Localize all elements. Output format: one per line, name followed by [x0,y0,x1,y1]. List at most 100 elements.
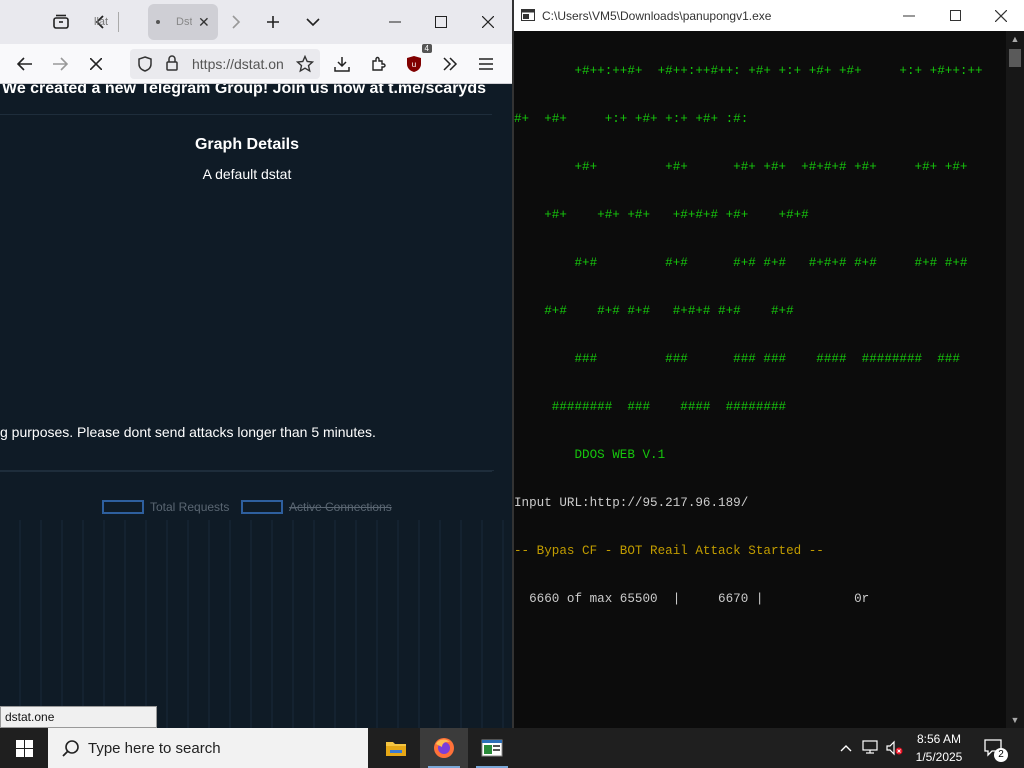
console-window: C:\Users\VM5\Downloads\panupongv1.exe +#… [514,0,1024,728]
show-hidden-icons-button[interactable] [836,728,856,768]
close-button[interactable] [464,4,512,40]
tab-previous-label: llat [94,16,109,28]
firefox-view-icon [53,14,69,29]
legend-total-requests-label: Total Requests [150,500,230,514]
chevron-up-icon [840,745,852,752]
network-icon [862,740,878,754]
firefox-taskbar-button[interactable] [420,728,468,768]
firefox-logo-icon [434,738,454,758]
start-button[interactable] [0,728,48,768]
console-app-icon [521,9,535,21]
url-bar[interactable]: https://dstat.on [130,49,320,79]
url-text[interactable]: https://dstat.on [192,56,288,72]
requests-chart-area [0,520,508,728]
arrow-left-icon [17,57,32,71]
downloads-button[interactable] [328,50,356,78]
shield-icon [138,56,152,72]
console-scrollbar[interactable]: ▲ ▼ [1006,31,1024,728]
console-taskbar-button[interactable] [468,728,516,768]
system-clock[interactable]: 8:56 AM 1/5/2025 [904,730,974,766]
tab-active[interactable]: Dst ✕ [148,4,218,40]
console-line: ######## ### #### ######## [514,400,787,414]
extension-badge: 4 [421,44,432,53]
plus-icon [267,16,279,28]
browser-window: llat Dst ✕ https://dstat.on u 4 We creat… [0,0,512,728]
extensions-button[interactable] [364,50,392,78]
firefox-view-button[interactable] [44,4,78,40]
forward-button[interactable] [46,50,74,78]
lock-icon [166,55,178,71]
minimize-icon [903,15,915,16]
console-line: DDOS WEB V.1 [514,448,666,462]
tab-close-icon[interactable]: ✕ [198,14,210,31]
minimize-icon [389,21,401,23]
tab-scroll-right-button[interactable] [226,4,246,40]
console-minimize-button[interactable] [886,0,932,31]
tab-previous[interactable]: llat [94,4,124,40]
file-explorer-taskbar-button[interactable] [372,728,420,768]
scrollbar-thumb[interactable] [1009,49,1021,67]
tab-active-label: Dst [176,16,192,28]
action-center-button[interactable]: 2 [978,728,1010,768]
tab-separator [118,12,119,32]
console-window-icon [481,739,503,757]
console-maximize-button[interactable] [932,0,978,31]
maximize-button[interactable] [418,4,464,40]
search-icon [62,740,79,757]
scroll-down-arrow-icon[interactable]: ▼ [1006,712,1024,728]
taskbar-search-box[interactable]: Type here to search [48,728,368,768]
volume-muted-icon [886,740,903,756]
scroll-up-arrow-icon[interactable]: ▲ [1006,31,1024,47]
arrow-right-icon [53,57,68,71]
console-title: C:\Users\VM5\Downloads\panupongv1.exe [542,9,772,23]
console-line: +#+ +#+ +#+ +#+#+# +#+ +#+# [514,208,809,222]
download-icon [334,57,350,72]
back-button[interactable] [11,50,39,78]
notification-count-badge: 2 [994,748,1008,762]
stop-icon [90,58,102,70]
list-all-tabs-button[interactable] [298,4,328,40]
console-output[interactable]: +#++:++#+ +#++:++#++: +#+ +:+ +#+ +#+ +:… [514,31,1006,728]
network-tray-button[interactable] [860,728,882,768]
legend-active-connections[interactable]: Active Connections [241,500,392,514]
console-line: Input URL:http://95.217.96.189/ [514,496,749,510]
maximize-icon [435,16,447,28]
ublock-origin-button[interactable]: u 4 [400,44,432,78]
chevron-down-icon [306,18,320,27]
puzzle-icon [372,56,386,71]
telegram-banner[interactable]: We created a new Telegram Group! Join us… [2,84,486,98]
hamburger-icon [479,58,493,70]
clock-date: 1/5/2025 [915,750,963,764]
close-icon [482,16,494,28]
windows-taskbar: Type here to search 8:56 AM 1/5/2025 2 [0,728,1024,768]
overflow-menu-button[interactable] [436,50,464,78]
console-line: #+# #+# #+# #+#+# #+# #+# [514,304,794,318]
tab-favicon-icon [156,20,160,24]
graph-details-subtitle: A default dstat [202,166,292,182]
console-line: #+ +#+ +:+ +#+ +:+ +#+ :#: [514,112,749,126]
console-title-bar[interactable]: C:\Users\VM5\Downloads\panupongv1.exe [514,0,1024,31]
legend-total-requests-swatch [102,500,144,514]
stop-loading-button[interactable] [82,50,110,78]
volume-tray-button[interactable] [884,728,906,768]
svg-text:u: u [412,60,416,69]
double-chevron-right-icon [443,57,458,71]
console-line: ### ### ### ### #### ######## ### [514,352,960,366]
console-line: -- Bypas CF - BOT Reail Attack Started -… [514,544,824,558]
legend-total-requests[interactable]: Total Requests [102,500,229,514]
legend-active-connections-label: Active Connections [289,500,392,514]
close-icon [995,9,1007,22]
new-tab-button[interactable] [258,4,288,40]
console-line: +#+ +#+ +#+ +#+ +#+#+# +#+ +#+ +#+ [514,160,968,174]
usage-notice: g purposes. Please dont send attacks lon… [0,424,376,440]
minimize-button[interactable] [372,4,418,40]
search-placeholder: Type here to search [88,739,221,757]
bookmark-star-icon[interactable] [296,55,314,73]
console-line: #+# #+# #+# #+# #+#+# #+# #+# #+# [514,256,968,270]
console-close-button[interactable] [978,0,1024,31]
web-page-content: We created a new Telegram Group! Join us… [0,84,512,728]
maximize-icon [949,10,961,21]
app-menu-button[interactable] [472,50,500,78]
section-divider [0,470,494,471]
link-status-bar: dstat.one [0,706,157,728]
